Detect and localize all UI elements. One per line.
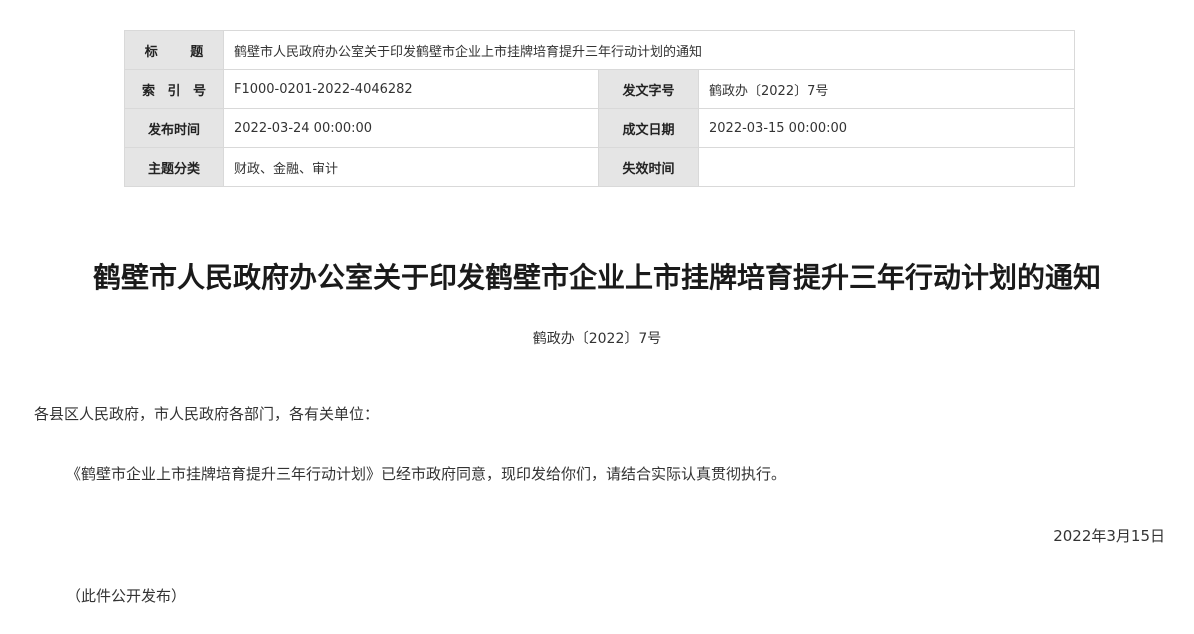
publish-time-value: 2022-03-24 00:00:00	[223, 108, 599, 148]
title-value: 鹤壁市人民政府办公室关于印发鹤壁市企业上市挂牌培育提升三年行动计划的通知	[223, 30, 1075, 70]
topic-label: 主题分类	[124, 147, 224, 187]
topic-value: 财政、金融、审计	[223, 147, 599, 187]
expire-time-value	[698, 147, 1075, 187]
body-paragraph: 《鹤壁市企业上市挂牌培育提升三年行动计划》已经市政府同意，现印发给你们，请结合实…	[66, 465, 787, 483]
salutation: 各县区人民政府，市人民政府各部门，各有关单位：	[34, 405, 380, 423]
expire-time-label: 失效时间	[598, 147, 699, 187]
publish-time-label: 发布时间	[124, 108, 224, 148]
document-number: 鹤政办〔2022〕7号	[532, 331, 662, 347]
index-label: 索 引 号	[124, 69, 224, 109]
meta-row-dates: 发布时间 2022-03-24 00:00:00 成文日期 2022-03-15…	[124, 108, 1075, 148]
doc-number-value: 鹤政办〔2022〕7号	[698, 69, 1075, 109]
document-title: 鹤壁市人民政府办公室关于印发鹤壁市企业上市挂牌培育提升三年行动计划的通知	[92, 261, 1101, 294]
signature-date: 2022年3月15日	[1053, 527, 1165, 545]
written-date-value: 2022-03-15 00:00:00	[698, 108, 1075, 148]
written-date-label: 成文日期	[598, 108, 699, 148]
document-meta-table: 标 题 鹤壁市人民政府办公室关于印发鹤壁市企业上市挂牌培育提升三年行动计划的通知…	[124, 30, 1075, 187]
meta-row-title: 标 题 鹤壁市人民政府办公室关于印发鹤壁市企业上市挂牌培育提升三年行动计划的通知	[124, 30, 1075, 70]
index-value: F1000-0201-2022-4046282	[223, 69, 599, 109]
meta-row-index: 索 引 号 F1000-0201-2022-4046282 发文字号 鹤政办〔2…	[124, 69, 1075, 109]
publish-note: （此件公开发布）	[66, 587, 187, 605]
meta-row-topic: 主题分类 财政、金融、审计 失效时间	[124, 147, 1075, 187]
title-label: 标 题	[124, 30, 224, 70]
doc-number-label: 发文字号	[598, 69, 699, 109]
